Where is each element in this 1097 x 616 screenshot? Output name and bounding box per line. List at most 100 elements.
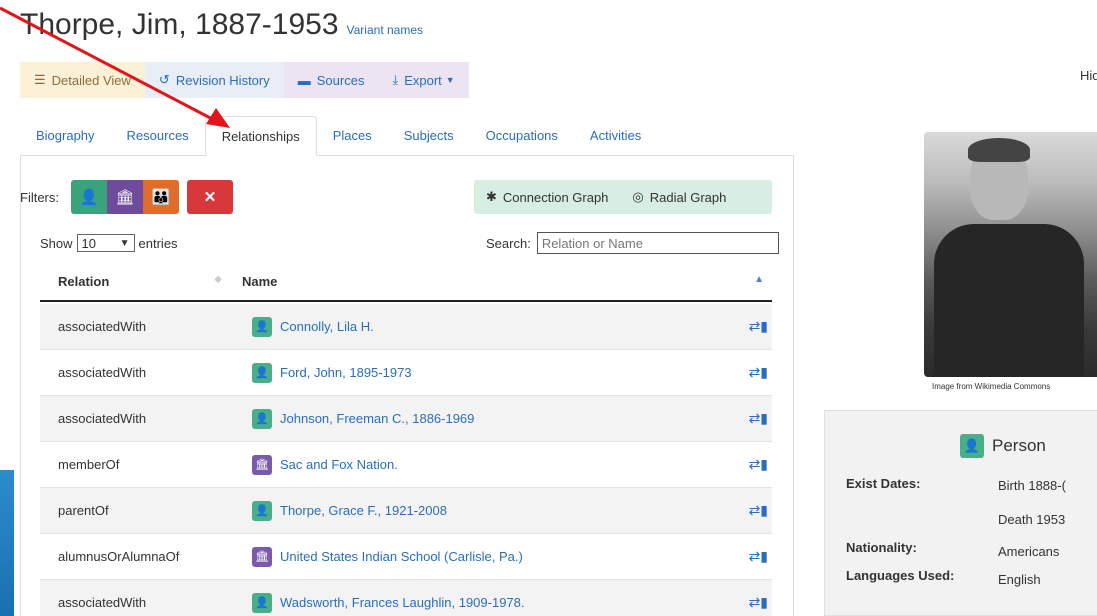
hide-toggle[interactable]: Hid — [1080, 68, 1097, 83]
radial-icon: ◎ — [632, 189, 644, 204]
relation-cell: memberOf — [58, 457, 120, 472]
relation-header-label: Relation — [58, 273, 110, 289]
exist-dates-label: Exist Dates: — [846, 476, 921, 491]
relation-column-header[interactable]: Relation ◆ — [40, 274, 234, 289]
name-cell[interactable]: 🏛 United States Indian School (Carlisle,… — [252, 546, 722, 567]
graph-buttons: ✱ Connection Graph ◎ Radial Graph — [474, 180, 772, 214]
row-actions[interactable]: ⇄▮ — [722, 456, 772, 473]
family-icon: 👪 — [151, 189, 171, 206]
connection-graph-button[interactable]: ✱ Connection Graph — [474, 189, 620, 205]
tab-relationships[interactable]: Relationships — [204, 116, 317, 156]
name-link[interactable]: Ford, John, 1895-1973 — [280, 365, 412, 380]
row-actions[interactable]: ⇄▮ — [722, 502, 772, 519]
name-cell[interactable]: 👤 Connolly, Lila H. — [252, 316, 722, 337]
row-actions[interactable]: ⇄▮ — [722, 594, 772, 611]
compare-icon: ⇄▮ — [748, 502, 768, 518]
nationality-label: Nationality: — [846, 540, 917, 555]
name-link[interactable]: Thorpe, Grace F., 1921-2008 — [280, 503, 447, 518]
death-value: Death 1953 — [998, 512, 1066, 527]
revision-history-button[interactable]: ↺ Revision History — [144, 62, 284, 98]
filters-group: Filters: 👤 🏛 👪 ✕ — [20, 180, 233, 214]
relation-cell: associatedWith — [58, 595, 147, 610]
person-icon: 👤 — [79, 189, 99, 206]
tab-activities[interactable]: Activities — [574, 116, 657, 155]
person-icon: 👤 — [252, 362, 272, 383]
name-column-header[interactable]: Name ▲ — [234, 274, 772, 289]
asterisk-icon: ✱ — [486, 189, 497, 204]
table-row: parentOf 👤 Thorpe, Grace F., 1921-2008 ⇄… — [40, 488, 772, 534]
search-input[interactable]: Relation or Name — [536, 232, 779, 254]
entries-select[interactable]: 10 ▼ — [76, 234, 135, 252]
relation-cell: alumnusOrAlumnaOf — [58, 549, 180, 564]
row-actions[interactable]: ⇄▮ — [722, 318, 772, 335]
table-row: memberOf 🏛 Sac and Fox Nation. ⇄▮ — [40, 442, 772, 488]
radial-graph-label: Radial Graph — [649, 189, 727, 205]
radial-graph-button[interactable]: ◎ Radial Graph — [620, 189, 738, 205]
sort-icon: ◆ — [214, 273, 222, 285]
languages-label: Languages Used: — [846, 568, 955, 583]
sort-asc-icon: ▲ — [754, 273, 764, 285]
search-control: Search: Relation or Name — [486, 232, 779, 254]
filter-organization-button[interactable]: 🏛 — [107, 180, 143, 214]
sources-button[interactable]: ▬ Sources — [283, 62, 379, 98]
name-link[interactable]: United States Indian School (Carlisle, P… — [280, 549, 523, 564]
relation-cell: associatedWith — [58, 319, 147, 334]
chevron-down-icon: ▼ — [119, 237, 130, 249]
detailed-view-label: Detailed View — [51, 72, 131, 88]
tab-resources[interactable]: Resources — [111, 116, 205, 155]
portrait-photo[interactable] — [924, 132, 1097, 377]
tab-subjects[interactable]: Subjects — [388, 116, 470, 155]
search-label: Search: — [486, 235, 531, 251]
compare-icon: ⇄▮ — [748, 594, 768, 610]
name-cell[interactable]: 👤 Thorpe, Grace F., 1921-2008 — [252, 500, 722, 521]
name-link[interactable]: Wadsworth, Frances Laughlin, 1909-1978. — [280, 595, 525, 610]
show-label: Show — [40, 235, 73, 251]
name-cell[interactable]: 👤 Ford, John, 1895-1973 — [252, 362, 722, 383]
name-link[interactable]: Johnson, Freeman C., 1886-1969 — [280, 411, 474, 426]
table-row: associatedWith 👤 Johnson, Freeman C., 18… — [40, 396, 772, 442]
name-cell[interactable]: 🏛 Sac and Fox Nation. — [252, 454, 722, 475]
entries-value: 10 — [81, 235, 96, 251]
clear-filters-button[interactable]: ✕ — [187, 180, 233, 214]
history-icon: ↺ — [158, 72, 170, 87]
photo-hair-shape — [968, 138, 1030, 162]
tab-occupations[interactable]: Occupations — [470, 116, 574, 155]
tab-bar: Biography Resources Relationships Places… — [20, 116, 794, 156]
export-button[interactable]: ⤓ Export ▼ — [378, 62, 469, 98]
row-actions[interactable]: ⇄▮ — [722, 548, 772, 565]
filter-person-button[interactable]: 👤 — [71, 180, 107, 214]
institution-icon: 🏛 — [252, 454, 272, 475]
close-icon: ✕ — [203, 189, 217, 206]
filters-label: Filters: — [20, 189, 59, 205]
connection-graph-label: Connection Graph — [502, 189, 609, 205]
relation-cell: associatedWith — [58, 411, 147, 426]
archive-icon: ▬ — [297, 72, 311, 88]
table-row: alumnusOrAlumnaOf 🏛 United States Indian… — [40, 534, 772, 580]
tab-biography[interactable]: Biography — [20, 116, 111, 155]
title-row: Thorpe, Jim, 1887-1953 Variant names — [20, 8, 423, 42]
variant-names-link[interactable]: Variant names — [347, 23, 423, 37]
detailed-view-button[interactable]: ☰ Detailed View — [20, 62, 145, 98]
compare-icon: ⇄▮ — [748, 456, 768, 472]
compare-icon: ⇄▮ — [748, 548, 768, 564]
tab-places[interactable]: Places — [317, 116, 388, 155]
table-row: associatedWith 👤 Wadsworth, Frances Laug… — [40, 580, 772, 616]
row-actions[interactable]: ⇄▮ — [722, 410, 772, 427]
birth-value: Birth 1888-( — [998, 478, 1066, 493]
languages-value: English — [998, 572, 1041, 587]
relation-cell: associatedWith — [58, 365, 147, 380]
page-title: Thorpe, Jim, 1887-1953 — [20, 8, 339, 41]
name-cell[interactable]: 👤 Johnson, Freeman C., 1886-1969 — [252, 408, 722, 429]
person-icon: 👤 — [252, 592, 272, 613]
row-actions[interactable]: ⇄▮ — [722, 364, 772, 381]
entity-type-label: Person — [992, 436, 1046, 455]
table-row: associatedWith 👤 Connolly, Lila H. ⇄▮ — [40, 304, 772, 350]
photo-body-shape — [934, 224, 1084, 377]
compare-icon: ⇄▮ — [748, 410, 768, 426]
entity-type-heading: 👤 Person — [960, 434, 1046, 458]
name-link[interactable]: Connolly, Lila H. — [280, 319, 374, 334]
filter-family-button[interactable]: 👪 — [143, 180, 179, 214]
name-cell[interactable]: 👤 Wadsworth, Frances Laughlin, 1909-1978… — [252, 592, 722, 613]
entries-control: Show 10 ▼ entries — [40, 234, 178, 252]
name-link[interactable]: Sac and Fox Nation. — [280, 457, 398, 472]
